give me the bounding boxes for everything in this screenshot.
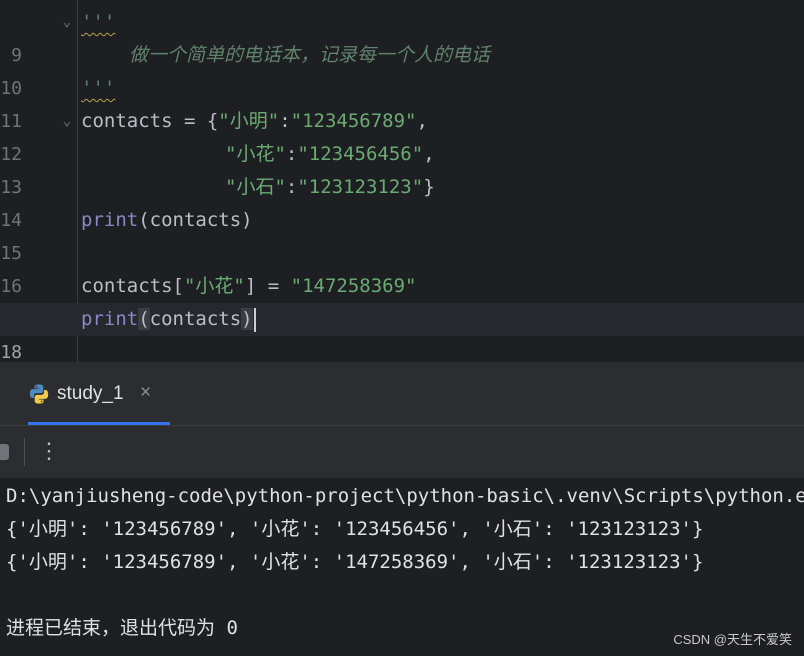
code-editor[interactable]: 9 ⌄ ''' 10 做一个简单的电话本，记录每一个人的电话 11 ''' 12… <box>0 0 804 363</box>
more-options-icon[interactable]: ⋮ <box>38 437 60 467</box>
toolbar-separator <box>24 438 25 466</box>
dict-key: "小花" <box>225 143 286 165</box>
docstring-close-quote: ''' <box>81 77 116 99</box>
code-line[interactable]: 11 ''' <box>0 72 804 132</box>
docstring-text: 做一个简单的电话本，记录每一个人的电话 <box>129 44 491 66</box>
code-line[interactable]: 15 print(contacts) <box>0 204 804 264</box>
console-line-output: {'小明': '123456789', '小花': '123456456', '… <box>6 518 704 540</box>
code-line[interactable]: 12 ⌄ contacts = {"小明":"123456789", <box>0 105 804 165</box>
dict-value: "123456456" <box>297 143 424 165</box>
run-toolbar: ⋮ <box>0 425 804 478</box>
fold-chevron-icon[interactable]: ⌄ <box>60 6 74 39</box>
console-line-command: D:\yanjiusheng-code\python-project\pytho… <box>6 485 804 507</box>
dict-value: "123123123" <box>297 176 424 198</box>
run-tab-study-1[interactable]: study_1 × <box>22 365 170 425</box>
dict-value: "123456789" <box>290 110 417 132</box>
builtin-print: print <box>81 308 139 330</box>
text-caret <box>253 307 256 332</box>
variable-contacts: contacts <box>81 110 173 132</box>
code-line[interactable]: 17 contacts["小花"] = "147258369" <box>0 270 804 330</box>
console-line-exit-status: 进程已结束，退出代码为 0 <box>6 617 238 639</box>
console-line-output: {'小明': '123456789', '小花': '147258369', '… <box>6 551 704 573</box>
close-icon[interactable]: × <box>140 382 151 404</box>
run-tab-label: study_1 <box>57 383 124 404</box>
code-line[interactable]: 9 ⌄ ''' <box>0 6 804 66</box>
dict-key: "小石" <box>225 176 286 198</box>
current-code-line[interactable]: 18 print(contacts) <box>0 303 804 363</box>
docstring-open-quote: ''' <box>81 11 116 33</box>
code-line[interactable]: 10 做一个简单的电话本，记录每一个人的电话 <box>0 39 804 99</box>
fold-chevron-icon[interactable]: ⌄ <box>60 105 74 138</box>
new-value: "147258369" <box>290 275 417 297</box>
index-key: "小花" <box>183 275 245 297</box>
code-line[interactable]: 16 <box>0 237 804 297</box>
variable-contacts: contacts <box>81 275 173 297</box>
code-line[interactable]: 13 "小花":"123456456", <box>0 138 804 198</box>
watermark: CSDN @天生不爱笑 <box>673 632 792 647</box>
run-tool-window-header: study_1 × <box>0 365 804 425</box>
python-icon <box>29 384 49 404</box>
stop-icon[interactable] <box>0 444 9 460</box>
builtin-print: print <box>81 209 139 231</box>
dict-key: "小明" <box>218 110 280 132</box>
code-line[interactable]: 14 "小石":"123123123"} <box>0 171 804 231</box>
